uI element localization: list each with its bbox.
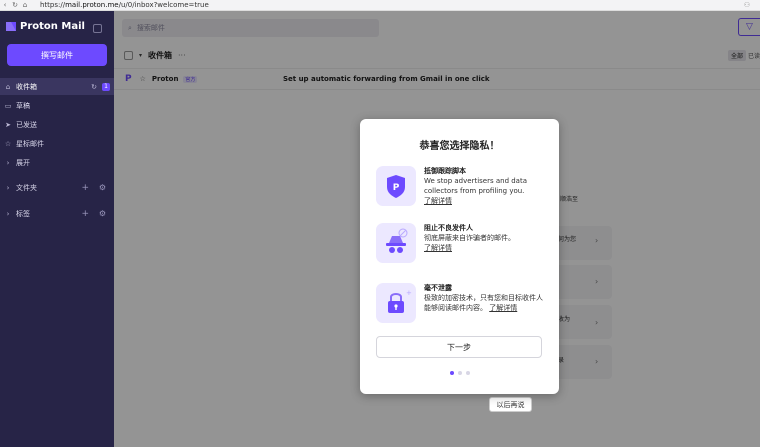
svg-text:P: P <box>393 183 400 193</box>
sidebar-item-label: 展开 <box>16 158 30 167</box>
add-folder-icon[interactable]: + <box>81 183 89 193</box>
brand-name: Proton Mail <box>20 21 85 32</box>
inbox-icon: ⌂ <box>5 82 11 91</box>
top-bar: ⌕ 搜索邮件 ▽ <box>114 11 760 45</box>
feature-description: 彻底屏蔽来自诈骗者的邮件。 了解详情 <box>424 233 549 253</box>
step-indicator <box>360 371 559 375</box>
step-dot <box>465 371 470 375</box>
apps-grid-icon[interactable] <box>93 24 102 33</box>
search-placeholder: 搜索邮件 <box>136 24 165 32</box>
select-all-checkbox[interactable] <box>124 50 133 60</box>
reload-icon[interactable]: ↻ <box>10 1 20 9</box>
sidebar-item-labels[interactable]: › 标签 + ⚙ <box>0 205 114 222</box>
later-button[interactable]: 以后再说 <box>489 397 532 412</box>
chevron-right-icon: › <box>6 209 10 218</box>
star-icon[interactable]: ☆ <box>140 75 146 83</box>
sidebar-item-label: 标签 <box>16 209 30 218</box>
sidebar-item-label: 草稿 <box>16 101 30 110</box>
gear-icon[interactable]: ⚙ <box>99 183 106 192</box>
filter-all-button[interactable]: 全部 <box>727 50 746 61</box>
official-badge: 官方 <box>183 75 198 83</box>
chevron-right-icon: › <box>6 158 10 167</box>
block-spy-icon <box>376 223 416 263</box>
sidebar: Proton Mail 撰写邮件 ⌂ 收件箱 ↻ 1 ▭ 草稿 ➤ 已发送 ☆ … <box>0 11 114 447</box>
proton-logo-icon: P <box>125 74 132 84</box>
step-dot-active <box>449 371 454 375</box>
shield-p-icon: P <box>376 166 416 206</box>
browser-address-bar: ‹ ↻ ⌂ https://mail.proton.me/u/0/inbox?w… <box>0 0 760 11</box>
search-icon: ⌕ <box>128 23 132 32</box>
sidebar-item-label: 文件夹 <box>16 183 37 192</box>
card-text: 何为您 <box>558 236 577 243</box>
next-button[interactable]: 下一步 <box>376 336 542 358</box>
mail-subject: Set up automatic forwarding from Gmail i… <box>283 75 490 83</box>
refresh-icon[interactable]: ↻ <box>91 83 97 91</box>
chevron-right-icon: › <box>6 183 10 192</box>
address-url[interactable]: https://mail.proton.me/u/0/inbox?welcome… <box>40 1 209 9</box>
sidebar-item-label: 收件箱 <box>16 82 37 91</box>
filter-icon[interactable]: ▽ <box>738 18 760 36</box>
proton-logo-icon <box>6 22 16 31</box>
svg-text:+: + <box>406 289 412 297</box>
learn-more-link[interactable]: 了解详情 <box>489 304 517 312</box>
sidebar-item-drafts[interactable]: ▭ 草稿 <box>0 97 114 114</box>
extension-icon[interactable]: ⚇ <box>744 1 750 9</box>
feature-desc-text: We stop advertisers and data collectors … <box>424 177 528 195</box>
compose-button[interactable]: 撰写邮件 <box>7 44 107 66</box>
chevron-right-icon: › <box>595 277 599 286</box>
step-dot <box>457 371 462 375</box>
brand[interactable]: Proton Mail <box>6 21 85 32</box>
star-icon: ☆ <box>4 139 12 148</box>
learn-more-link[interactable]: 了解详情 <box>424 197 452 205</box>
list-item[interactable]: P ☆ Proton 官方 Set up automatic forwardin… <box>114 68 760 90</box>
mail-sender: Proton <box>151 75 179 83</box>
sidebar-item-inbox[interactable]: ⌂ 收件箱 ↻ 1 <box>0 78 114 95</box>
folder-title: 收件箱 <box>148 50 173 60</box>
sidebar-item-folders[interactable]: › 文件夹 + ⚙ <box>0 179 114 196</box>
gear-icon[interactable]: ⚙ <box>99 209 106 218</box>
sidebar-item-label: 已发送 <box>16 120 37 129</box>
sidebar-item-sent[interactable]: ➤ 已发送 <box>0 116 114 133</box>
learn-more-link[interactable]: 了解详情 <box>424 244 452 252</box>
unread-count-badge: 1 <box>102 82 110 91</box>
feature-desc-text: 极致的加密技术，只有您和目标收件人能够阅读邮件内容。 <box>424 294 543 312</box>
feature-description: We stop advertisers and data collectors … <box>424 176 549 206</box>
modal-title: 恭喜您选择隐私！ <box>419 141 500 152</box>
sidebar-item-expand[interactable]: › 展开 <box>0 154 114 171</box>
chevron-right-icon: › <box>595 236 599 245</box>
back-icon[interactable]: ‹ <box>0 1 10 9</box>
more-options-button[interactable]: ··· <box>178 51 186 60</box>
card-text: 收为 <box>558 316 571 323</box>
draft-icon: ▭ <box>4 101 12 110</box>
sidebar-item-starred[interactable]: ☆ 星标邮件 <box>0 135 114 152</box>
feature-desc-text: 彻底屏蔽来自诈骗者的邮件。 <box>424 234 515 242</box>
feature-title: 阻止不良发件人 <box>424 224 473 232</box>
lock-icon: + <box>376 283 416 323</box>
lock-icon: ⌂ <box>22 1 28 9</box>
feature-title: 毫不泄露 <box>424 284 452 292</box>
card-text: 顺浩至 <box>560 196 579 203</box>
welcome-modal: 恭喜您选择隐私！ P 抵御跟踪脚本 We stop advertisers an… <box>360 119 559 394</box>
sidebar-item-label: 星标邮件 <box>16 139 44 148</box>
send-icon: ➤ <box>5 120 11 129</box>
feature-description: 极致的加密技术，只有您和目标收件人能够阅读邮件内容。 了解详情 <box>424 293 549 313</box>
mail-toolbar: ▾ 收件箱 ··· 全部 已读 <box>114 45 760 65</box>
chevron-down-icon[interactable]: ▾ <box>139 52 142 59</box>
chevron-right-icon: › <box>595 318 599 327</box>
feature-title: 抵御跟踪脚本 <box>424 167 466 175</box>
filter-read-button[interactable]: 已读 <box>748 51 760 60</box>
chevron-right-icon: › <box>595 357 599 366</box>
add-label-icon[interactable]: + <box>81 209 89 219</box>
search-input[interactable]: ⌕ 搜索邮件 <box>122 19 379 37</box>
